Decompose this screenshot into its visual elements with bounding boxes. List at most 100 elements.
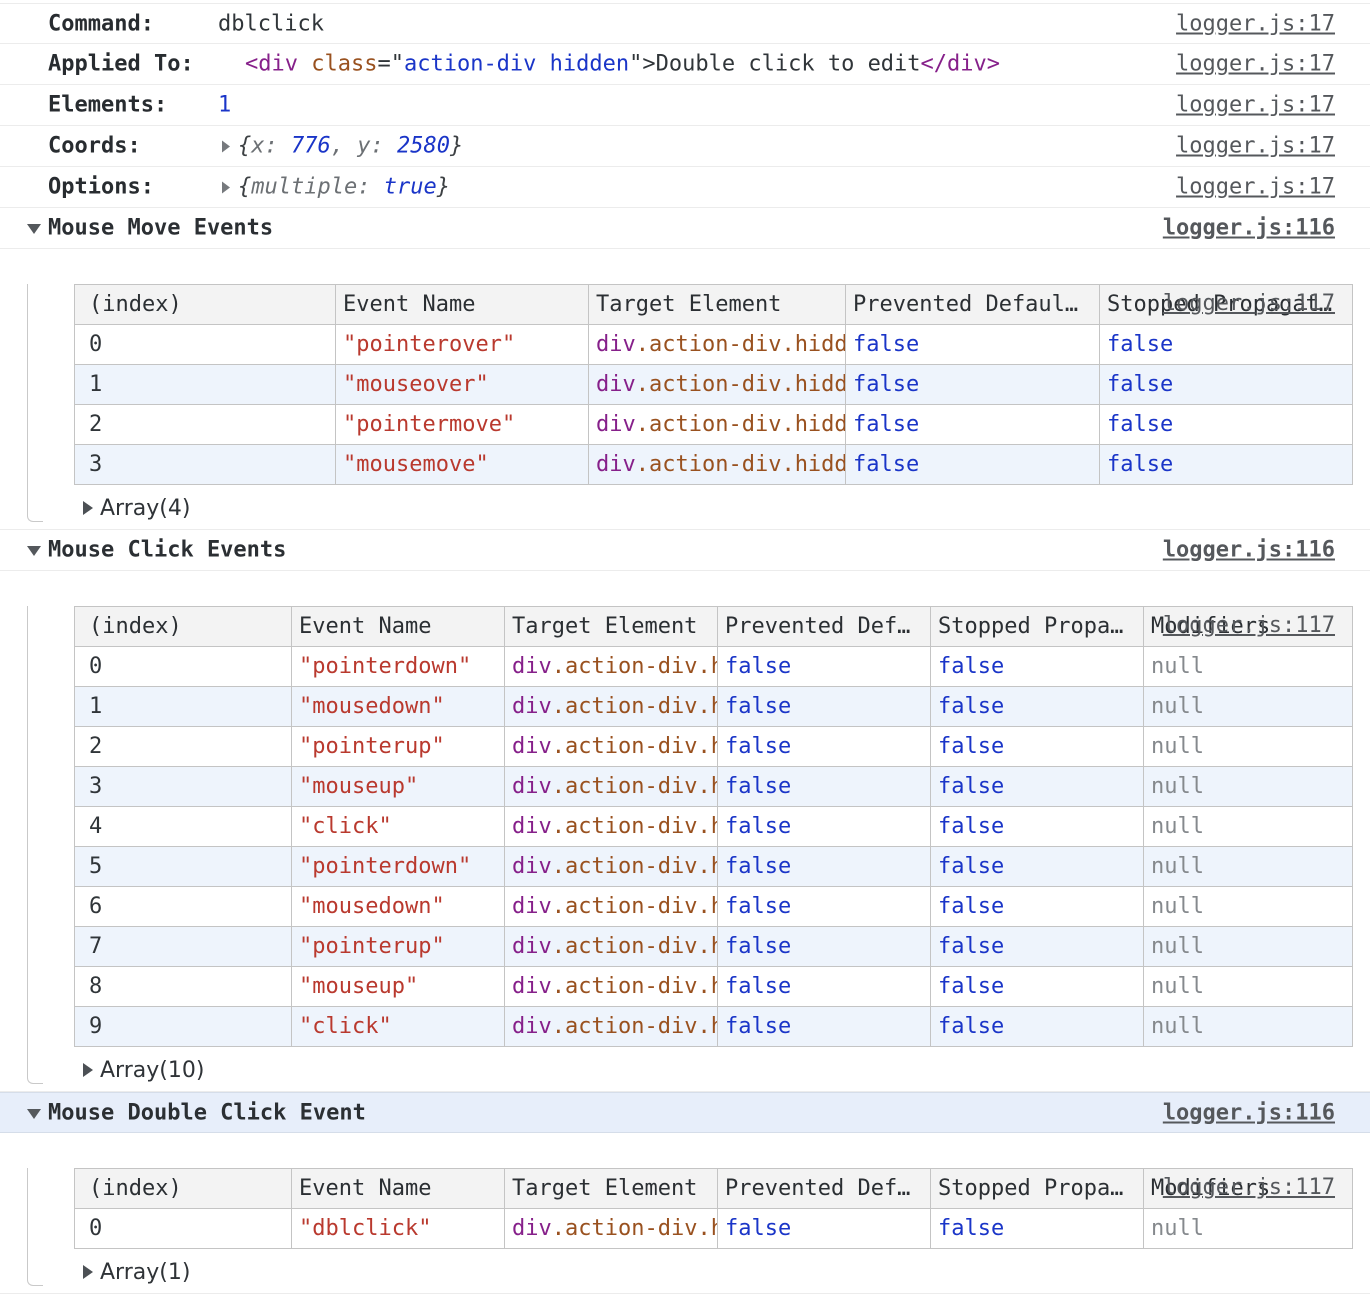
source-link[interactable]: logger.js:17 bbox=[1176, 11, 1335, 36]
table-cell: "mouseup" bbox=[292, 767, 505, 807]
expand-arrow-icon[interactable] bbox=[83, 501, 93, 515]
table-header-cell[interactable]: Stopped Propa… bbox=[931, 1169, 1144, 1209]
table-row: 2"pointermove"div.action-div.hiddenfalse… bbox=[75, 405, 1353, 445]
group-collapse-icon[interactable] bbox=[27, 224, 41, 234]
table-cell: div.action-div.hidden bbox=[505, 727, 718, 767]
expand-arrow-icon[interactable] bbox=[83, 1063, 93, 1077]
expand-arrow-icon[interactable] bbox=[222, 181, 230, 193]
table-cell: div.action-div.hidden bbox=[505, 687, 718, 727]
table-cell: div.action-div.hidden bbox=[505, 887, 718, 927]
token-plain: Double click to edit bbox=[656, 52, 921, 77]
table-cell: null bbox=[1144, 687, 1353, 727]
table-header-cell[interactable]: Event Name bbox=[292, 1169, 505, 1209]
expand-arrow-icon[interactable] bbox=[83, 1265, 93, 1279]
table-cell: div.action-div.hidden bbox=[505, 1209, 718, 1249]
expand-arrow-icon[interactable] bbox=[222, 140, 230, 152]
token-tag: div bbox=[512, 854, 552, 879]
source-link[interactable]: logger.js:17 bbox=[1176, 134, 1335, 159]
source-link[interactable]: logger.js:117 bbox=[1163, 1175, 1335, 1200]
object-preview[interactable]: {x: 776, y: 2580} bbox=[222, 134, 463, 159]
group-header[interactable]: Mouse Move Eventslogger.js:116 bbox=[0, 208, 1370, 249]
table-cell: false bbox=[846, 325, 1100, 365]
console-groups: Mouse Move Eventslogger.js:116logger.js:… bbox=[0, 208, 1370, 1294]
log-row-coords: Coords: {x: 776, y: 2580} logger.js:17 bbox=[0, 126, 1370, 167]
group-header[interactable]: Mouse Double Click Eventlogger.js:116 bbox=[0, 1092, 1370, 1133]
token-tag: div bbox=[512, 974, 552, 999]
token-tag: div bbox=[512, 814, 552, 839]
table-header-cell[interactable]: Prevented Defaul… bbox=[846, 285, 1100, 325]
token-num-i: 776 bbox=[291, 134, 331, 159]
token-tag: div bbox=[512, 774, 552, 799]
table-cell: null bbox=[1144, 927, 1353, 967]
table-cell: false bbox=[718, 647, 931, 687]
table-cell: false bbox=[846, 365, 1100, 405]
array-preview[interactable]: Array(10) bbox=[83, 1057, 1370, 1083]
source-link[interactable]: logger.js:17 bbox=[1176, 93, 1335, 118]
object-preview[interactable]: {multiple: true} bbox=[222, 175, 450, 200]
table-row: 1"mousedown"div.action-div.hiddenfalsefa… bbox=[75, 687, 1353, 727]
table-cell: false bbox=[931, 927, 1144, 967]
table-header-cell[interactable]: Stopped Propa… bbox=[931, 607, 1144, 647]
table-header-cell[interactable]: (index) bbox=[75, 1169, 292, 1209]
log-value: dblclick bbox=[218, 11, 324, 36]
table-cell: false bbox=[718, 847, 931, 887]
html-node-preview[interactable]: <div class="action-div hidden">Double cl… bbox=[245, 52, 1000, 77]
table-cell: false bbox=[931, 727, 1144, 767]
group-body: logger.js:117 (index)Event NameTarget Ele… bbox=[0, 284, 1370, 530]
token-num: 1 bbox=[218, 93, 231, 118]
table-cell: "click" bbox=[292, 1007, 505, 1047]
group-collapse-icon[interactable] bbox=[27, 1109, 41, 1119]
table-cell: false bbox=[718, 807, 931, 847]
token-tag: </div> bbox=[921, 52, 1000, 77]
array-preview[interactable]: Array(4) bbox=[83, 495, 1370, 521]
table-cell: 6 bbox=[75, 887, 292, 927]
array-preview[interactable]: Array(1) bbox=[83, 1259, 1370, 1285]
table-row: 0"pointerover"div.action-div.hiddenfalse… bbox=[75, 325, 1353, 365]
table-header-cell[interactable]: (index) bbox=[75, 607, 292, 647]
table-header-cell[interactable]: (index) bbox=[75, 285, 336, 325]
table-cell: false bbox=[718, 767, 931, 807]
table-row: 0"pointerdown"div.action-div.hiddenfalse… bbox=[75, 647, 1353, 687]
table-header-cell[interactable]: Target Element bbox=[505, 607, 718, 647]
token-tag: div bbox=[512, 934, 552, 959]
table-cell: false bbox=[931, 967, 1144, 1007]
source-link[interactable]: logger.js:116 bbox=[1163, 216, 1335, 241]
table-cell: "mousemove" bbox=[336, 445, 589, 485]
table-cell: "mousedown" bbox=[292, 887, 505, 927]
token-brace: { bbox=[238, 175, 251, 200]
table-header-cell[interactable]: Prevented Def… bbox=[718, 1169, 931, 1209]
source-link[interactable]: logger.js:17 bbox=[1176, 175, 1335, 200]
table-cell: 0 bbox=[75, 1209, 292, 1249]
table-cell: 0 bbox=[75, 325, 336, 365]
table-cell: false bbox=[718, 727, 931, 767]
token-classes: .action-div.hidden bbox=[552, 814, 718, 839]
table-cell: false bbox=[718, 1209, 931, 1249]
table-row: 4"click"div.action-div.hiddenfalsefalsen… bbox=[75, 807, 1353, 847]
source-link[interactable]: logger.js:116 bbox=[1163, 1100, 1335, 1125]
group-collapse-icon[interactable] bbox=[27, 546, 41, 556]
table-row: 7"pointerup"div.action-div.hiddenfalsefa… bbox=[75, 927, 1353, 967]
table-cell: div.action-div.hidden bbox=[505, 767, 718, 807]
token-val: action-div hidden bbox=[404, 52, 629, 77]
group-title: Mouse Click Events bbox=[48, 538, 286, 563]
table-header-cell[interactable]: Target Element bbox=[589, 285, 846, 325]
token-classes: .action-div.hidden bbox=[552, 934, 718, 959]
table-header-cell[interactable]: Prevented Def… bbox=[718, 607, 931, 647]
token-attr: class bbox=[298, 52, 377, 77]
log-row-command: Command: dblclick logger.js:17 bbox=[0, 3, 1370, 44]
table-cell: false bbox=[846, 445, 1100, 485]
table-header-cell[interactable]: Event Name bbox=[336, 285, 589, 325]
table-cell: false bbox=[931, 1007, 1144, 1047]
table-header-cell[interactable]: Target Element bbox=[505, 1169, 718, 1209]
table-cell: null bbox=[1144, 1209, 1353, 1249]
token-classes: .action-div.hidden bbox=[636, 332, 846, 357]
source-link[interactable]: logger.js:117 bbox=[1163, 291, 1335, 316]
source-link[interactable]: logger.js:117 bbox=[1163, 613, 1335, 638]
table-row: 5"pointerdown"div.action-div.hiddenfalse… bbox=[75, 847, 1353, 887]
source-link[interactable]: logger.js:17 bbox=[1176, 52, 1335, 77]
group-header[interactable]: Mouse Click Events logger.js:116 bbox=[0, 530, 1370, 571]
table-header-cell[interactable]: Event Name bbox=[292, 607, 505, 647]
token-tag: div bbox=[512, 694, 552, 719]
source-link[interactable]: logger.js:116 bbox=[1163, 538, 1335, 563]
log-row-applied-to: Applied To: <div class="action-div hidde… bbox=[0, 44, 1370, 85]
